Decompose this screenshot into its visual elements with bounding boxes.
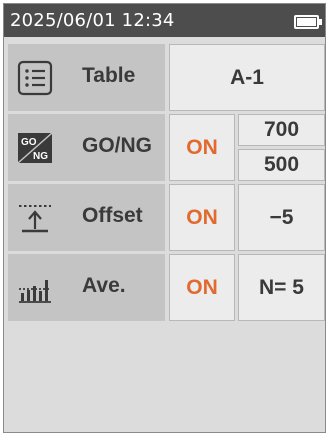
offset-state-toggle[interactable]: ON [169, 184, 235, 251]
average-count-cell[interactable]: N= 5 [238, 254, 325, 321]
list-icon [17, 60, 53, 96]
table-label: Table [82, 64, 136, 87]
average-label: Ave. [82, 274, 126, 297]
datetime: 2025/06/01 12:34 [10, 10, 175, 31]
gong-row-label[interactable]: GO NG GO/NG [8, 114, 165, 181]
offset-arrow-icon [19, 205, 51, 233]
table-value-cell[interactable]: A-1 [169, 44, 325, 111]
bar-average-icon [19, 280, 51, 303]
status-bar: 2025/06/01 12:34 [4, 4, 325, 37]
go-ng-icon: GO NG [17, 132, 53, 164]
go-ng-icon-top-text: GO [21, 137, 37, 148]
offset-row-label[interactable]: Offset [8, 184, 165, 251]
offset-label: Offset [82, 204, 143, 227]
offset-value-cell[interactable]: −5 [238, 184, 325, 251]
device-screen: 2025/06/01 12:34 Table A-1 GO NG GO/NG O… [3, 3, 326, 433]
average-state-toggle[interactable]: ON [169, 254, 235, 321]
table-row-label[interactable]: Table [8, 44, 165, 111]
battery-full-icon [294, 15, 322, 29]
average-row-label[interactable]: Ave. [8, 254, 165, 321]
gong-label: GO/NG [82, 134, 153, 157]
go-ng-icon-bottom-text: NG [33, 151, 48, 162]
gong-lower-limit[interactable]: 500 [238, 149, 325, 181]
gong-upper-limit[interactable]: 700 [238, 114, 325, 146]
gong-state-toggle[interactable]: ON [169, 114, 235, 181]
